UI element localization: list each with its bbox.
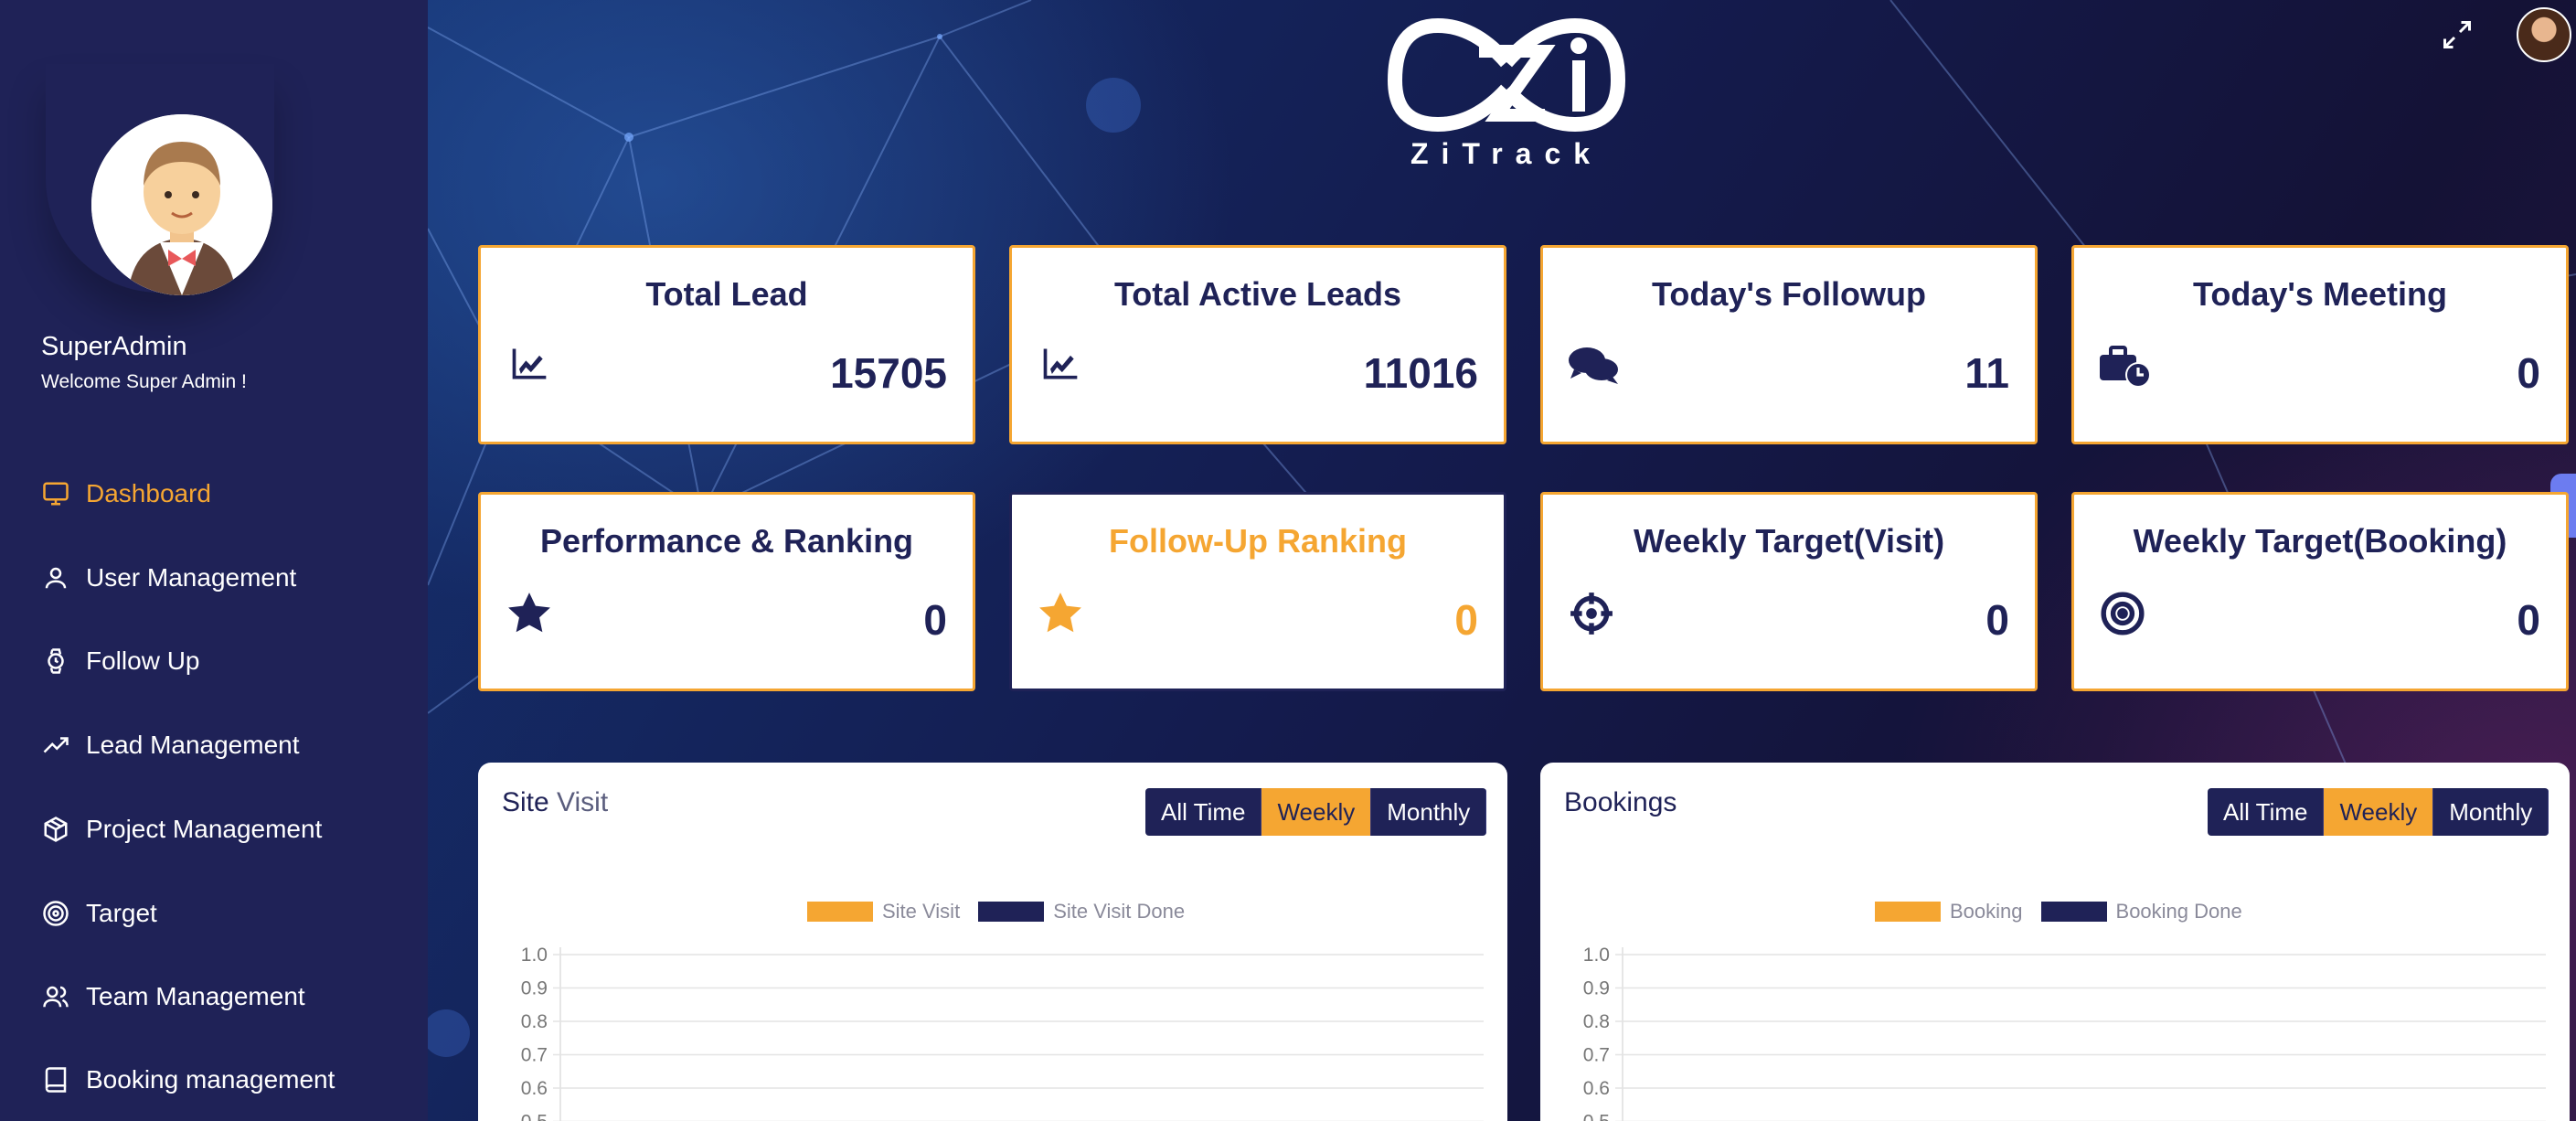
bookings-chart: 1.0 0.9 0.8 0.7 0.6 0.5 <box>1583 945 2546 1121</box>
stat-card-todays-meeting[interactable]: Today's Meeting 0 <box>2071 245 2569 444</box>
stat-value: 0 <box>2517 596 2540 644</box>
y-tick-label: 1.0 <box>1583 945 1610 966</box>
avatar-illustration-icon <box>91 114 272 295</box>
filter-monthly-button[interactable]: Monthly <box>1371 788 1487 836</box>
stat-value: 0 <box>923 596 947 644</box>
crosshairs-icon <box>1569 591 1616 638</box>
avatar[interactable] <box>91 114 272 295</box>
sidebar-item-label: Project Management <box>86 815 323 843</box>
fullscreen-toggle-icon[interactable] <box>2441 18 2474 51</box>
sidebar-item-label: Dashboard <box>86 479 211 507</box>
stat-card-weekly-target-visit[interactable]: Weekly Target(Visit) 0 <box>1540 492 2038 691</box>
panel-title-light: Visit <box>548 787 609 817</box>
y-tick-label: 0.9 <box>521 978 548 999</box>
sidebar-item-lead-management[interactable]: Lead Management <box>40 722 300 768</box>
user-name: SuperAdmin <box>41 332 187 361</box>
stat-title: Total Lead <box>645 275 808 313</box>
business-time-icon <box>2100 344 2151 391</box>
y-tick-label: 0.6 <box>521 1078 548 1099</box>
y-tick-label: 0.7 <box>521 1045 548 1066</box>
stat-value: 11016 <box>1363 349 1478 397</box>
sidebar-item-label: Team Management <box>86 982 305 1010</box>
monitor-icon <box>40 478 71 509</box>
book-icon <box>40 1064 71 1095</box>
stat-value: 11 <box>1964 349 2009 397</box>
stat-card-todays-followup[interactable]: Today's Followup 11 <box>1540 245 2038 444</box>
y-tick-label: 0.5 <box>521 1112 548 1121</box>
y-tick-label: 1.0 <box>521 945 548 966</box>
y-tick-label: 0.8 <box>1583 1011 1610 1032</box>
chart-line-icon <box>506 344 554 391</box>
y-tick-label: 0.5 <box>1583 1112 1610 1121</box>
stat-title: Follow-Up Ranking <box>1109 522 1407 560</box>
sidebar-item-follow-up[interactable]: Follow Up <box>40 638 199 684</box>
user-icon <box>40 562 71 593</box>
bullseye-icon <box>2100 591 2147 638</box>
filter-monthly-button[interactable]: Monthly <box>2433 788 2549 836</box>
y-tick-label: 0.7 <box>1583 1045 1610 1066</box>
sidebar-item-user-management[interactable]: User Management <box>40 555 296 601</box>
users-icon <box>40 981 71 1012</box>
stat-value: 0 <box>2517 349 2540 397</box>
filter-all-time-button[interactable]: All Time <box>2208 788 2325 836</box>
sidebar-item-team-management[interactable]: Team Management <box>40 974 305 1020</box>
stat-title: Weekly Target(Visit) <box>1633 522 1945 560</box>
comments-icon <box>1569 344 1618 391</box>
sidebar-item-booking-management[interactable]: Booking management <box>40 1057 335 1103</box>
sidebar-item-dashboard[interactable]: Dashboard <box>40 471 211 517</box>
sidebar-item-label: User Management <box>86 563 297 592</box>
site-visit-chart: 1.0 0.9 0.8 0.7 0.6 0.5 <box>521 945 1484 1121</box>
site-visit-filter: All Time Weekly Monthly <box>1145 788 1487 836</box>
stat-card-weekly-target-booking[interactable]: Weekly Target(Booking) 0 <box>2071 492 2569 691</box>
stat-card-follow-up-ranking[interactable]: Follow-Up Ranking 0 <box>1009 492 1506 691</box>
logo-text: ZiTrack <box>1410 137 1603 170</box>
sidebar-item-label: Target <box>86 899 157 927</box>
main-content: ZiTrack Total Lead 15705 Total Active Le… <box>428 0 2576 1121</box>
filter-all-time-button[interactable]: All Time <box>1145 788 1262 836</box>
stat-title: Performance & Ranking <box>539 522 914 560</box>
filter-weekly-button[interactable]: Weekly <box>1261 788 1372 836</box>
box-icon <box>40 814 71 845</box>
trending-up-icon <box>40 730 71 761</box>
panel-title-bold: Site <box>502 787 549 817</box>
stat-title: Today's Followup <box>1652 275 1926 313</box>
target-icon <box>40 898 71 929</box>
profile-avatar[interactable] <box>2517 7 2571 62</box>
sidebar-item-label: Follow Up <box>86 646 200 675</box>
stat-value: 0 <box>1454 596 1478 644</box>
star-icon <box>506 591 554 638</box>
chart-line-icon <box>1038 344 1085 391</box>
stat-card-performance-ranking[interactable]: Performance & Ranking 0 <box>478 492 975 691</box>
sidebar: SuperAdmin Welcome Super Admin ! Dashboa… <box>0 0 428 1121</box>
stat-title: Total Active Leads <box>1113 275 1402 313</box>
bookings-filter: All Time Weekly Monthly <box>2208 788 2549 836</box>
stat-value: 15705 <box>830 349 947 397</box>
site-visit-panel: Site Visit All Time Weekly Monthly Site … <box>478 763 1507 1121</box>
stat-card-total-active-leads[interactable]: Total Active Leads 11016 <box>1009 245 1506 444</box>
y-tick-label: 0.8 <box>521 1011 548 1032</box>
y-tick-label: 0.9 <box>1583 978 1610 999</box>
panel-title: Bookings <box>1564 787 1677 817</box>
star-icon <box>1038 591 1085 638</box>
sidebar-item-label: Booking management <box>86 1065 335 1094</box>
y-tick-label: 0.6 <box>1583 1078 1610 1099</box>
filter-weekly-button[interactable]: Weekly <box>2324 788 2434 836</box>
stat-value: 0 <box>1985 596 2009 644</box>
stat-card-total-lead[interactable]: Total Lead 15705 <box>478 245 975 444</box>
sidebar-item-target[interactable]: Target <box>40 891 157 936</box>
stat-title: Weekly Target(Booking) <box>2133 522 2507 560</box>
stat-title: Today's Meeting <box>2193 275 2447 313</box>
watch-icon <box>40 646 71 677</box>
sidebar-item-label: Lead Management <box>86 731 300 759</box>
sidebar-item-project-management[interactable]: Project Management <box>40 806 322 852</box>
welcome-message: Welcome Super Admin ! <box>41 371 247 392</box>
panel-title: Site Visit <box>502 787 608 818</box>
bookings-panel: Bookings All Time Weekly Monthly Booking… <box>1540 763 2570 1121</box>
